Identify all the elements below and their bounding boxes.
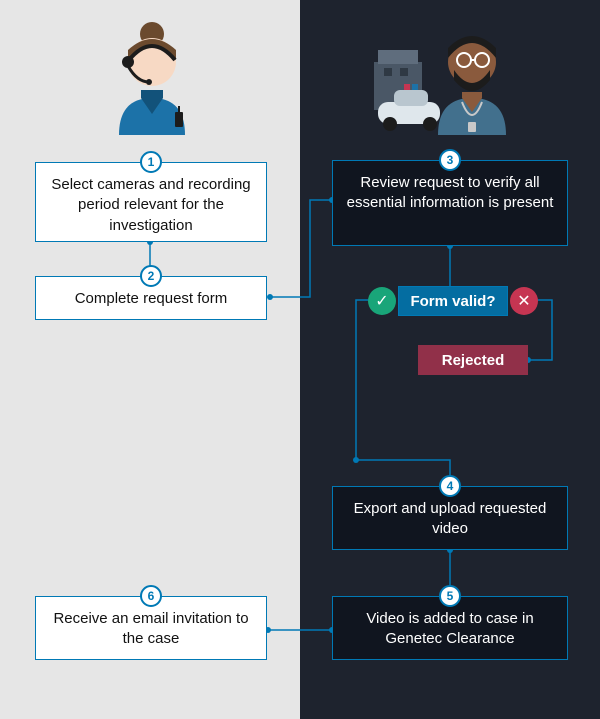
step-3: 3 Review request to verify all essential… [332,160,568,246]
rejected-state: Rejected [418,345,528,375]
requester-persona [107,20,197,140]
step-5-text: Video is added to case in Genetec Cleara… [366,610,533,647]
step-3-text: Review request to verify all essential i… [347,174,554,211]
step-2-badge: 2 [140,265,162,287]
step-4: 4 Export and upload requested video [332,486,568,550]
step-3-badge: 3 [439,149,461,171]
step-4-text: Export and upload requested video [354,500,547,537]
step-6-badge: 6 [140,585,162,607]
step-1-badge: 1 [140,151,162,173]
step-2-text: Complete request form [75,290,228,307]
decision-text: Form valid? [410,293,495,310]
step-2: 2 Complete request form [35,276,267,320]
x-icon: ✕ [517,291,530,311]
rejected-text: Rejected [442,352,505,369]
decision-yes-icon: ✓ [368,287,396,315]
check-icon: ✓ [375,291,388,311]
step-5: 5 Video is added to case in Genetec Clea… [332,596,568,660]
operator-illustration [107,20,197,135]
step-1-text: Select cameras and recording period rele… [51,176,250,234]
step-6-text: Receive an email invitation to the case [53,610,248,647]
workflow-diagram: 1 Select cameras and recording period re… [0,0,600,719]
step-1: 1 Select cameras and recording period re… [35,162,267,242]
officer-illustration [372,20,522,135]
step-4-badge: 4 [439,475,461,497]
step-5-badge: 5 [439,585,461,607]
decision-form-valid: Form valid? [398,286,508,316]
step-6: 6 Receive an email invitation to the cas… [35,596,267,660]
decision-no-icon: ✕ [510,287,538,315]
reviewer-persona [372,20,522,140]
